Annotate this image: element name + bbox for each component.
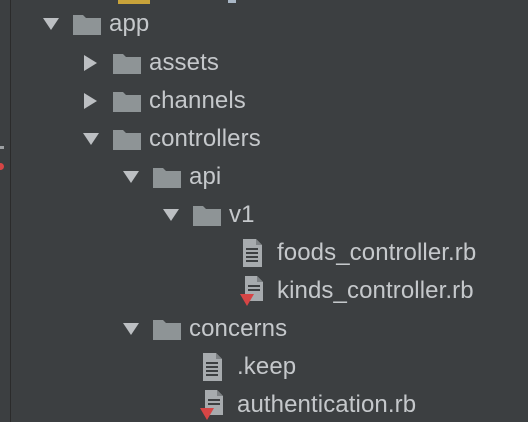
folder-icon [72,5,102,43]
tree-item-label: assets [149,49,219,76]
chevron-down-icon[interactable] [122,158,152,196]
partial-folder-icon [118,0,150,4]
folder-icon [112,82,142,120]
tree-item-label: foods_controller.rb [277,239,477,266]
tree-item-channels[interactable]: channels [82,82,246,120]
folder-icon [192,196,222,234]
tree-item-assets[interactable]: assets [82,44,219,82]
text-file-icon [200,348,230,386]
tree-item-v1[interactable]: v1 [162,196,255,234]
chevron-down-icon[interactable] [162,196,192,234]
chevron-right-icon[interactable] [82,82,112,120]
chevron-right-icon[interactable] [82,44,112,82]
tree-item-kinds-controller[interactable]: kinds_controller.rb [240,272,474,310]
tree-item-concerns[interactable]: concerns [122,310,287,348]
tree-item-foods-controller[interactable]: foods_controller.rb [240,234,476,272]
tree-item-label: channels [149,87,246,114]
tree-item-label: app [109,10,150,37]
tree-item-label: .keep [237,353,297,380]
tree-item-keep[interactable]: .keep [200,348,296,386]
chevron-down-icon[interactable] [122,310,152,348]
folder-icon [112,44,142,82]
chevron-down-icon[interactable] [42,5,72,43]
tree-item-controllers[interactable]: controllers [82,120,261,158]
tree-item-label: kinds_controller.rb [277,277,474,304]
text-file-icon [240,234,270,272]
tree-item-label: v1 [229,201,255,228]
ruby-file-icon [240,272,270,310]
tree-item-label: api [189,163,222,190]
error-indicator-icon [0,163,4,170]
gutter-marker [0,146,4,149]
tree-item-authentication[interactable]: authentication.rb [200,386,416,422]
partial-row [160,0,240,3]
tree-item-api[interactable]: api [122,158,221,196]
tree-item-label: authentication.rb [237,391,417,418]
ruby-file-icon [200,386,230,422]
tree-item-label: controllers [149,125,261,152]
folder-icon [152,310,182,348]
chevron-down-icon[interactable] [82,120,112,158]
folder-icon [152,158,182,196]
project-tree-panel: app assets channels controllers api v1 f… [0,0,528,422]
tree-item-label: concerns [189,315,288,342]
gutter-divider [10,0,11,422]
folder-icon [112,120,142,158]
tree-item-app[interactable]: app [42,5,149,43]
